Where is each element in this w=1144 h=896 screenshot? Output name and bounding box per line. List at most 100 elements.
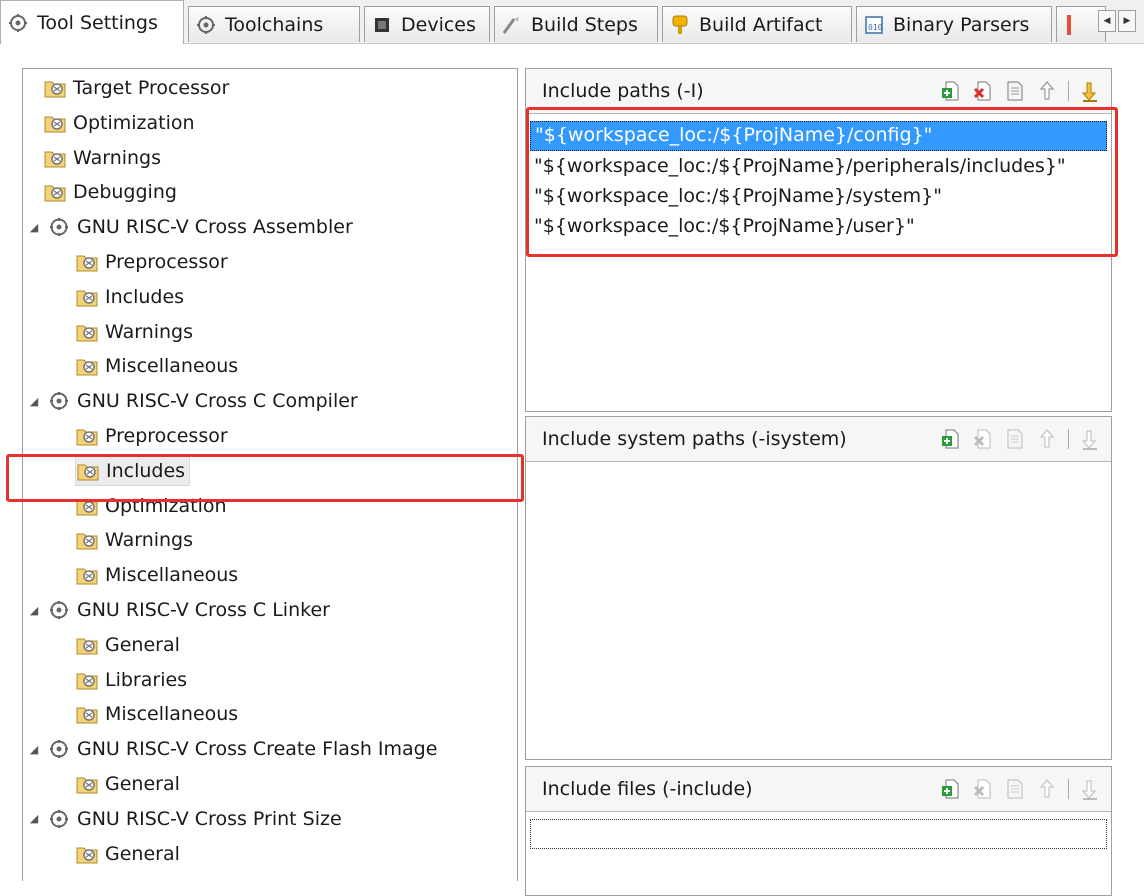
tree-node[interactable]: ◢ GNU RISC-V Cross Assembler xyxy=(27,212,353,242)
gear-wrench-icon xyxy=(47,215,71,239)
tab-binary-parsers[interactable]: 010 Binary Parsers xyxy=(856,6,1052,42)
tab-label: Toolchains xyxy=(225,13,324,36)
gear-wrench-icon xyxy=(47,737,71,761)
tree-node[interactable]: Optimization xyxy=(43,108,195,138)
include-paths-header: Include paths (-I) xyxy=(526,69,1111,114)
tree-node-label: GNU RISC-V Cross C Linker xyxy=(77,599,330,621)
expand-toggle-icon[interactable]: ◢ xyxy=(27,812,41,825)
tree-node[interactable]: General xyxy=(75,769,180,799)
tree-node[interactable]: Preprocessor xyxy=(75,421,228,451)
include-path-item[interactable]: "${workspace_loc:/${ProjName}/config}" xyxy=(530,121,1107,151)
tree-node-label: Preprocessor xyxy=(105,251,228,273)
edit-icon[interactable] xyxy=(1004,777,1026,801)
settings-page-icon xyxy=(75,354,99,378)
move-up-icon[interactable] xyxy=(1036,79,1058,103)
tree-node[interactable]: Preprocessor xyxy=(75,247,228,277)
gear-wrench-icon xyxy=(47,389,71,413)
tree-node[interactable]: Includes xyxy=(75,282,184,312)
tree-node[interactable]: General xyxy=(75,630,180,660)
svg-text:010: 010 xyxy=(868,23,883,32)
tab-label: Devices xyxy=(401,13,476,36)
binary-icon: 010 xyxy=(863,14,885,36)
tree-node[interactable]: ◢ GNU RISC-V Cross C Linker xyxy=(27,595,330,625)
move-down-icon[interactable] xyxy=(1079,427,1101,451)
add-icon[interactable] xyxy=(940,427,962,451)
gear-wrench-icon xyxy=(195,14,217,36)
move-down-icon[interactable] xyxy=(1079,79,1101,103)
include-path-item[interactable]: "${workspace_loc:/${ProjName}/system}" xyxy=(530,181,1107,211)
tree-node-label: Debugging xyxy=(73,181,177,204)
tab-tool-settings[interactable]: Tool Settings xyxy=(0,0,184,44)
settings-page-icon xyxy=(75,668,99,692)
move-down-icon[interactable] xyxy=(1079,777,1101,801)
include-system-paths-panel: Include system paths (-isystem) xyxy=(525,416,1112,760)
add-icon[interactable] xyxy=(940,777,962,801)
include-paths-panel: Include paths (-I) "${workspace_loc:/${P… xyxy=(525,68,1112,412)
scroll-right-button[interactable]: ▶ xyxy=(1118,10,1136,32)
tree-node[interactable]: ◢ GNU RISC-V Cross Print Size xyxy=(27,804,342,834)
move-up-icon[interactable] xyxy=(1036,427,1058,451)
toolbar-separator xyxy=(1068,81,1069,101)
tree-node-label: Libraries xyxy=(105,668,188,691)
include-system-paths-header: Include system paths (-isystem) xyxy=(526,417,1111,462)
tab-build-artifact[interactable]: Build Artifact xyxy=(662,6,852,42)
toolbar-separator xyxy=(1068,429,1069,449)
include-paths-list[interactable]: "${workspace_loc:/${ProjName}/config}" "$… xyxy=(530,121,1107,241)
settings-page-icon xyxy=(75,424,99,448)
edit-icon[interactable] xyxy=(1004,427,1026,451)
expand-toggle-icon[interactable]: ◢ xyxy=(27,604,41,617)
tree-node[interactable]: Libraries xyxy=(75,665,187,695)
tree-node[interactable]: Includes xyxy=(75,455,191,486)
tree-node[interactable]: Warnings xyxy=(43,143,161,173)
include-path-item[interactable]: "${workspace_loc:/${ProjName}/user}" xyxy=(530,211,1107,241)
expand-toggle-icon[interactable]: ◢ xyxy=(27,743,41,756)
tree-node[interactable]: Warnings xyxy=(75,525,193,555)
settings-page-icon xyxy=(75,494,99,518)
tree-node[interactable]: Optimization xyxy=(75,491,227,521)
include-files-list[interactable] xyxy=(530,819,1107,849)
expand-toggle-icon[interactable]: ◢ xyxy=(27,395,41,408)
tree-node[interactable]: Debugging xyxy=(43,177,177,207)
toolbar-separator xyxy=(1068,779,1069,799)
tab-build-steps[interactable]: Build Steps xyxy=(494,6,658,42)
tree-node-label: GNU RISC-V Cross Create Flash Image xyxy=(77,738,438,761)
tool-settings-tree: Target Processor Optimization Warnings Debu… xyxy=(22,68,518,881)
tree-node[interactable]: ◢ GNU RISC-V Cross C Compiler xyxy=(27,386,358,416)
tree-node[interactable]: Miscellaneous xyxy=(75,699,238,729)
delete-icon[interactable] xyxy=(972,427,994,451)
include-files-toolbar xyxy=(940,777,1101,801)
tree-node[interactable]: General xyxy=(75,839,180,869)
include-files-panel: Include files (-include) xyxy=(525,766,1112,896)
tree-node[interactable]: Miscellaneous xyxy=(75,560,238,590)
move-up-icon[interactable] xyxy=(1036,777,1058,801)
settings-page-icon xyxy=(43,76,67,100)
settings-page-icon xyxy=(75,842,99,866)
tree-node[interactable]: ◢ GNU RISC-V Cross Create Flash Image xyxy=(27,734,438,764)
settings-page-icon xyxy=(75,633,99,657)
tree-node-label: GNU RISC-V Cross Print Size xyxy=(77,807,342,830)
include-files-header: Include files (-include) xyxy=(526,767,1111,812)
settings-page-icon xyxy=(76,459,100,483)
expand-toggle-icon[interactable]: ◢ xyxy=(27,221,41,234)
tab-devices[interactable]: Devices xyxy=(364,6,490,42)
gear-wrench-icon xyxy=(47,807,71,831)
settings-page-icon xyxy=(43,111,67,135)
tab-label: Tool Settings xyxy=(37,11,158,34)
add-icon[interactable] xyxy=(940,79,962,103)
chip-icon xyxy=(371,14,393,36)
tree-node-label: General xyxy=(105,842,180,865)
tab-toolchains[interactable]: Toolchains xyxy=(188,6,360,42)
tree-node-label: GNU RISC-V Cross Assembler xyxy=(77,216,353,239)
tree-node[interactable]: Miscellaneous xyxy=(75,351,238,381)
scroll-left-button[interactable]: ◀ xyxy=(1098,10,1116,32)
tree-node-label: Warnings xyxy=(105,529,194,552)
tree-node-label: General xyxy=(105,633,180,656)
delete-icon[interactable] xyxy=(972,79,994,103)
edit-icon[interactable] xyxy=(1004,79,1026,103)
tree-node-label: Includes xyxy=(105,285,185,308)
steps-icon xyxy=(501,14,523,36)
include-path-item[interactable]: "${workspace_loc:/${ProjName}/peripheral… xyxy=(530,151,1107,181)
tree-node[interactable]: Warnings xyxy=(75,317,193,347)
tree-node[interactable]: Target Processor xyxy=(43,73,229,103)
delete-icon[interactable] xyxy=(972,777,994,801)
